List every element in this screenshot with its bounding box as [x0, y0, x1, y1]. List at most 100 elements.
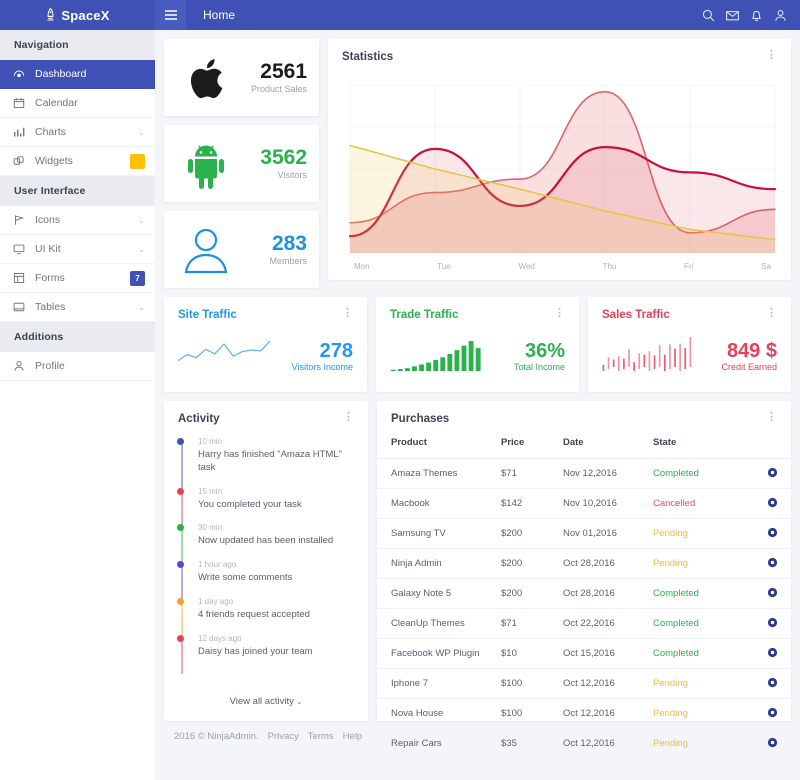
cell-date: Oct 12,2016	[563, 699, 653, 729]
brand-logo[interactable]: SpaceX	[0, 0, 155, 30]
statistics-card: Statistics ⋮ MonTueWedThuFriSa	[328, 39, 791, 280]
traffic-card-value: 278	[292, 341, 353, 362]
settings-circle-icon[interactable]	[767, 497, 778, 511]
traffic-card-title: Sales Traffic	[602, 309, 670, 321]
settings-circle-icon[interactable]	[767, 647, 778, 661]
view-all-activity-button[interactable]: View all activity ⌄	[164, 688, 368, 721]
kebab-icon[interactable]: ⋮	[554, 309, 565, 318]
stat-card-label: Visitors	[242, 170, 307, 180]
kebab-icon[interactable]: ⋮	[766, 309, 777, 318]
timeline-dot	[177, 438, 184, 445]
sidebar-item-profile[interactable]: Profile	[0, 352, 155, 381]
traffic-card-trade-traffic: Trade Traffic ⋮ 36%Total Income	[376, 297, 579, 392]
dashboard-icon	[13, 68, 30, 80]
statistics-title: Statistics	[342, 51, 393, 63]
cell-price: $200	[501, 519, 563, 549]
sidebar-item-label: Profile	[30, 360, 145, 372]
purchases-table-head: ProductPriceDateState	[377, 437, 791, 459]
activity-text: You completed your task	[198, 499, 354, 512]
cell-product: Ninja Admin	[377, 549, 501, 579]
cell-price: $200	[501, 579, 563, 609]
hamburger-icon[interactable]	[155, 0, 186, 30]
kebab-icon[interactable]: ⋮	[343, 413, 354, 422]
activity-item: 12 days agoDaisy has joined your team	[186, 634, 354, 671]
chevron-down-icon[interactable]: ⌄	[138, 216, 145, 225]
sidebar-item-widgets[interactable]: Widgets	[0, 147, 155, 176]
bell-icon[interactable]	[750, 9, 763, 22]
sidebar-item-label: Calendar	[30, 97, 145, 109]
settings-circle-icon[interactable]	[767, 467, 778, 481]
timeline-dot	[177, 488, 184, 495]
status-badge: Pending	[653, 549, 753, 579]
cell-date: Nov 10,2016	[563, 489, 653, 519]
table-row: Ninja Admin$200Oct 28,2016Pending	[377, 549, 791, 579]
traffic-card-site-traffic: Site Traffic⋮278Visitors Income	[164, 297, 367, 392]
cell-action	[753, 519, 791, 549]
footer-link-privacy[interactable]: Privacy	[268, 731, 299, 742]
footer-link-terms[interactable]: Terms	[308, 731, 334, 742]
settings-circle-icon[interactable]	[767, 527, 778, 541]
traffic-card-values: 278Visitors Income	[292, 341, 353, 372]
sidebar-item-icons[interactable]: Icons⌄	[0, 206, 155, 235]
topbar: Home	[155, 0, 800, 30]
user-icon[interactable]	[774, 9, 787, 22]
sidebar-nav: NavigationDashboardCalendarCharts⌄Widget…	[0, 30, 155, 381]
sparkline-trade-traffic	[390, 337, 514, 376]
chevron-down-icon[interactable]: ⌄	[138, 245, 145, 254]
sidebar-item-charts[interactable]: Charts⌄	[0, 118, 155, 147]
forms-icon	[13, 272, 30, 284]
activity-text: Daisy has joined your team	[198, 646, 354, 659]
activity-text: Now updated has been installed	[198, 535, 354, 548]
sidebar-item-ui-kit[interactable]: UI Kit⌄	[0, 235, 155, 264]
stat-card-value: 2561	[242, 61, 307, 83]
stat-card-label: Product Sales	[242, 84, 307, 94]
sidebar-item-label: Charts	[30, 126, 138, 138]
sidebar-item-tables[interactable]: Tables⌄	[0, 293, 155, 322]
search-icon[interactable]	[702, 9, 715, 22]
cell-product: Amaza Themes	[377, 459, 501, 489]
cell-date: Nov 01,2016	[563, 519, 653, 549]
activity-title: Activity	[178, 413, 220, 425]
settings-circle-icon[interactable]	[767, 737, 778, 751]
activity-item: 15 minYou completed your task	[186, 487, 354, 524]
purchases-header: Purchases ⋮	[377, 401, 791, 425]
footer-links: Privacy Terms Help	[268, 731, 372, 742]
traffic-card-title: Trade Traffic	[390, 309, 458, 321]
footer-link-help[interactable]: Help	[343, 731, 363, 742]
traffic-card-values: 36%Total Income	[514, 341, 565, 372]
settings-circle-icon[interactable]	[767, 707, 778, 721]
settings-circle-icon[interactable]	[767, 617, 778, 631]
purchases-table-body: Amaza Themes$71Nov 12,2016CompletedMacbo…	[377, 459, 791, 759]
kebab-icon[interactable]: ⋮	[342, 309, 353, 318]
purchases-column-header: Price	[501, 437, 563, 459]
cell-price: $142	[501, 489, 563, 519]
mail-icon[interactable]	[726, 9, 739, 22]
cell-action	[753, 729, 791, 759]
activity-item: 10 minHarry has finished "Amaza HTML" ta…	[186, 437, 354, 487]
stat-card-members: 283Members	[164, 211, 319, 288]
kebab-icon[interactable]: ⋮	[766, 51, 777, 60]
traffic-card-body: 849 $Credit Earned	[588, 321, 791, 392]
activity-time: 1 hour ago	[198, 560, 354, 569]
sidebar-item-calendar[interactable]: Calendar	[0, 89, 155, 118]
sidebar-item-dashboard[interactable]: Dashboard	[0, 60, 155, 89]
timeline-connector	[181, 527, 183, 563]
content-area: 2561Product Sales3562Visitors283Members …	[155, 30, 800, 780]
sidebar-item-forms[interactable]: Forms7	[0, 264, 155, 293]
chevron-down-icon[interactable]: ⌄	[138, 128, 145, 137]
cell-product: Galaxy Note 5	[377, 579, 501, 609]
purchases-column-header: State	[653, 437, 753, 459]
topbar-icons	[702, 9, 800, 22]
settings-circle-icon[interactable]	[767, 587, 778, 601]
activity-text: 4 friends request accepted	[198, 609, 354, 622]
settings-circle-icon[interactable]	[767, 557, 778, 571]
activity-card: Activity ⋮ 10 minHarry has finished "Ama…	[164, 401, 368, 721]
status-badge: Completed	[653, 579, 753, 609]
settings-circle-icon[interactable]	[767, 677, 778, 691]
purchases-table: ProductPriceDateState Amaza Themes$71Nov…	[377, 437, 791, 759]
kebab-icon[interactable]: ⋮	[766, 413, 777, 422]
row-traffic: Site Traffic⋮278Visitors IncomeTrade Tra…	[164, 297, 791, 392]
chevron-down-icon[interactable]: ⌄	[138, 303, 145, 312]
activity-item: 1 day ago4 friends request accepted	[186, 597, 354, 634]
cell-date: Nov 12,2016	[563, 459, 653, 489]
